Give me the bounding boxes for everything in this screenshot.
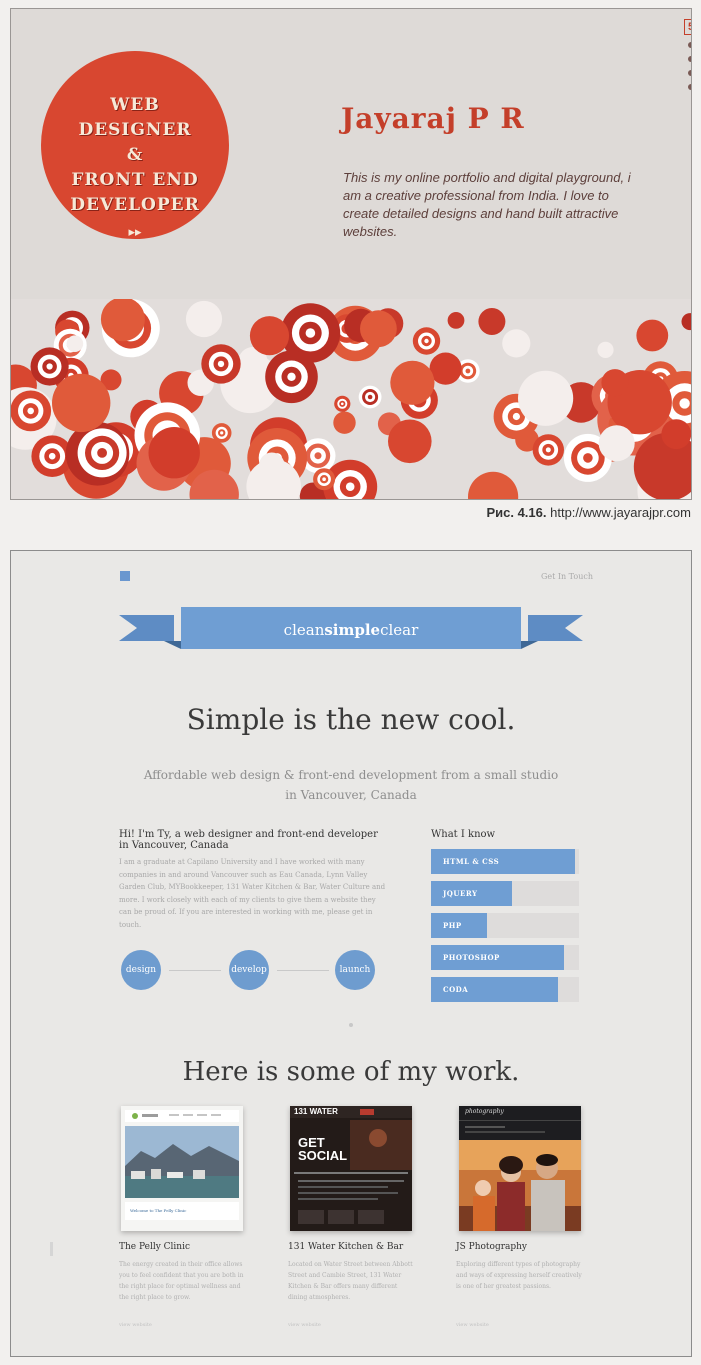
decorative-circle <box>11 390 52 432</box>
process-arrow <box>277 970 329 971</box>
decorative-circle <box>601 369 629 397</box>
ribbon-title: cleansimpleclear <box>181 621 521 639</box>
decorative-circle <box>597 341 614 358</box>
jayarajpr-screenshot: WEB DESIGNER & FRONT END DEVELOPER ▸▸ Ja… <box>10 8 692 500</box>
scroll-marker <box>50 1242 53 1256</box>
figure-caption: Рис. 4.16. http://www.jayarajpr.com <box>486 505 691 520</box>
decorative-circles-pattern <box>11 299 691 499</box>
decorative-circle <box>502 329 531 358</box>
decorative-circle <box>636 319 669 352</box>
decorative-circle <box>249 316 290 356</box>
skill-label: PHOTOSHOP <box>443 953 500 962</box>
skill-bar-track: PHP <box>431 913 579 938</box>
decorative-circle <box>358 385 382 409</box>
cleansimpleclear-screenshot: Get In Touch cleansimpleclear Simple is … <box>10 550 692 1357</box>
ribbon-word-clean: clean <box>283 621 325 639</box>
badge-line-ampersand: & <box>126 145 144 165</box>
work-link-js-photography[interactable]: view website <box>456 1322 489 1328</box>
js-photography-thumb-header: photography <box>465 1108 504 1115</box>
decorative-circle <box>532 434 564 466</box>
work-thumbnail-js-photography[interactable]: photography <box>459 1106 581 1231</box>
decorative-circle <box>447 312 465 329</box>
decorative-circle <box>51 373 111 433</box>
decorative-circle <box>360 310 397 348</box>
js-photography-thumbnail-image <box>459 1106 581 1231</box>
decorative-circle <box>334 395 351 412</box>
work-link-131-water[interactable]: view website <box>288 1322 321 1328</box>
decorative-circle <box>390 360 435 405</box>
decorative-circle <box>429 352 462 385</box>
decorative-circle <box>598 425 635 462</box>
pelly-clinic-thumb-caption: Welcome to The Pelly Clinic <box>130 1208 187 1213</box>
decorative-circle <box>518 370 574 426</box>
side-tab[interactable]: 5 <box>684 19 691 109</box>
decorative-circle <box>412 327 441 355</box>
skill-label: PHP <box>443 921 462 930</box>
skills-title: What I know <box>431 829 496 840</box>
about-title: Hi! I'm Ty, a web designer and front-end… <box>119 829 378 851</box>
figure-url[interactable]: http://www.jayarajpr.com <box>550 505 691 520</box>
side-tab-icons <box>688 42 691 90</box>
skill-label: HTML & CSS <box>443 857 500 866</box>
site-owner-name: Jayaraj P R <box>341 102 525 135</box>
work-link-pelly-clinic[interactable]: view website <box>119 1322 152 1328</box>
decorative-circle <box>259 452 285 479</box>
work-name-js-photography[interactable]: JS Photography <box>456 1242 527 1252</box>
section-divider <box>349 1023 353 1027</box>
work-name-131-water[interactable]: 131 Water Kitchen & Bar <box>288 1242 403 1252</box>
subheadline: Affordable web design & front-end develo… <box>143 768 559 802</box>
131-water-thumb-text: GET SOCIAL <box>298 1135 348 1163</box>
get-in-touch-link[interactable]: Get In Touch <box>541 572 593 581</box>
work-thumbnail-pelly-clinic[interactable]: Welcome to The Pelly Clinic <box>121 1106 243 1231</box>
process-step-develop: develop <box>229 950 269 990</box>
decorative-circle <box>77 428 127 478</box>
decorative-circle <box>30 347 69 386</box>
decorative-circle <box>148 427 200 479</box>
decorative-circle <box>185 300 223 338</box>
decorative-circle <box>313 468 336 491</box>
skill-bar-track: CODA <box>431 977 579 1002</box>
skill-bar-track: PHOTOSHOP <box>431 945 579 970</box>
work-desc-131-water: Located on Water Street between Abbott S… <box>288 1261 413 1301</box>
intro-text: This is my online portfolio and digital … <box>343 170 631 239</box>
decorative-circle <box>201 344 241 384</box>
process-arrow <box>169 970 221 971</box>
work-section-title: Here is some of my work. <box>182 1057 520 1087</box>
decorative-circle <box>265 350 318 404</box>
intro-badge: WEB DESIGNER & FRONT END DEVELOPER ▸▸ <box>41 51 229 239</box>
next-arrow-icon[interactable]: ▸▸ <box>41 224 229 240</box>
figure-number: Рис. 4.16. <box>486 505 547 520</box>
badge-line-developer: DEVELOPER <box>70 195 200 215</box>
skill-bar-track: HTML & CSS <box>431 849 579 874</box>
process-step-launch: launch <box>335 950 375 990</box>
decorative-circle <box>333 411 356 434</box>
131-water-thumb-header: 131 WATER <box>294 1107 338 1116</box>
work-desc-js-photography: Exploring different types of photography… <box>456 1261 582 1290</box>
decorative-circle <box>211 423 232 443</box>
skill-label: CODA <box>443 985 469 994</box>
ribbon-word-simple: simple <box>324 621 381 639</box>
main-headline: Simple is the new cool. <box>186 703 516 736</box>
ribbon-word-clear: clear <box>380 621 419 639</box>
side-tab-number: 5 <box>684 19 691 35</box>
decorative-circle <box>661 419 691 450</box>
badge-line-web: WEB <box>110 95 160 115</box>
decorative-circle <box>66 335 84 352</box>
work-name-pelly-clinic[interactable]: The Pelly Clinic <box>119 1242 190 1252</box>
site-logo-icon[interactable] <box>120 571 130 581</box>
badge-line-front-end: FRONT END <box>71 170 199 190</box>
skill-bar-track: JQUERY <box>431 881 579 906</box>
skill-label: JQUERY <box>443 889 478 898</box>
decorative-circle <box>478 308 506 335</box>
process-step-design: design <box>121 950 161 990</box>
decorative-circle <box>388 419 432 464</box>
about-body: I am a graduate at Capilano University a… <box>119 858 386 929</box>
work-desc-pelly-clinic: The energy created in their office allow… <box>119 1261 244 1301</box>
131-water-thumbnail-image <box>290 1106 412 1231</box>
badge-line-designer: DESIGNER <box>78 120 192 140</box>
work-thumbnail-131-water[interactable]: 131 WATER GET SOCIAL <box>290 1106 412 1231</box>
decorative-circle <box>100 299 145 342</box>
